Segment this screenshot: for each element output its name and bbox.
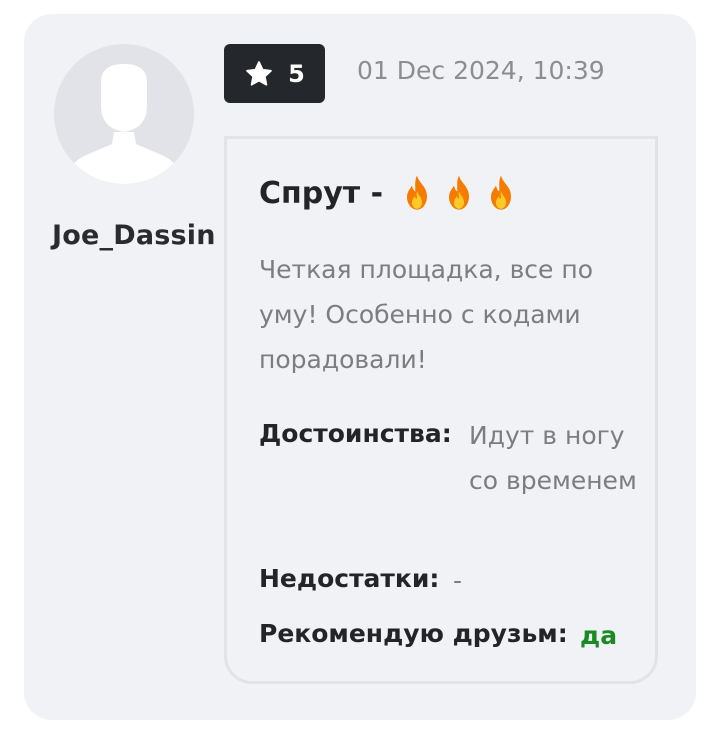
review-title-row: Спрут -: [259, 173, 521, 213]
star-icon: [244, 59, 274, 89]
fire-icon: [491, 175, 512, 210]
pros-value: Идут в ногу со временем: [469, 421, 637, 495]
pros-label: Достоинства:: [259, 419, 452, 448]
recommend-label: Рекомендую друзьм:: [259, 619, 568, 648]
cons-value: -: [453, 566, 463, 595]
user-silhouette-icon: [54, 44, 194, 184]
fire-icon: [449, 175, 470, 210]
review-body: Спрут - Четкая площадка, все по уму! Осо…: [224, 136, 658, 684]
cons-label: Недостатки:: [259, 564, 440, 593]
recommend-value: да: [580, 621, 618, 650]
review-date: 01 Dec 2024, 10:39: [357, 56, 605, 85]
rating-value: 5: [288, 59, 305, 88]
review-text: Четкая площадка, все по уму! Особенно с …: [259, 255, 594, 374]
review-card: Joe_Dassin 5 01 Dec 2024, 10:39 Спрут -: [24, 14, 696, 720]
username[interactable]: Joe_Dassin: [52, 220, 216, 251]
review-title: Спрут -: [259, 175, 384, 211]
rating-badge: 5: [224, 44, 325, 103]
fire-icon: [407, 175, 428, 210]
flame-rating: [397, 173, 521, 213]
avatar[interactable]: [54, 44, 194, 184]
